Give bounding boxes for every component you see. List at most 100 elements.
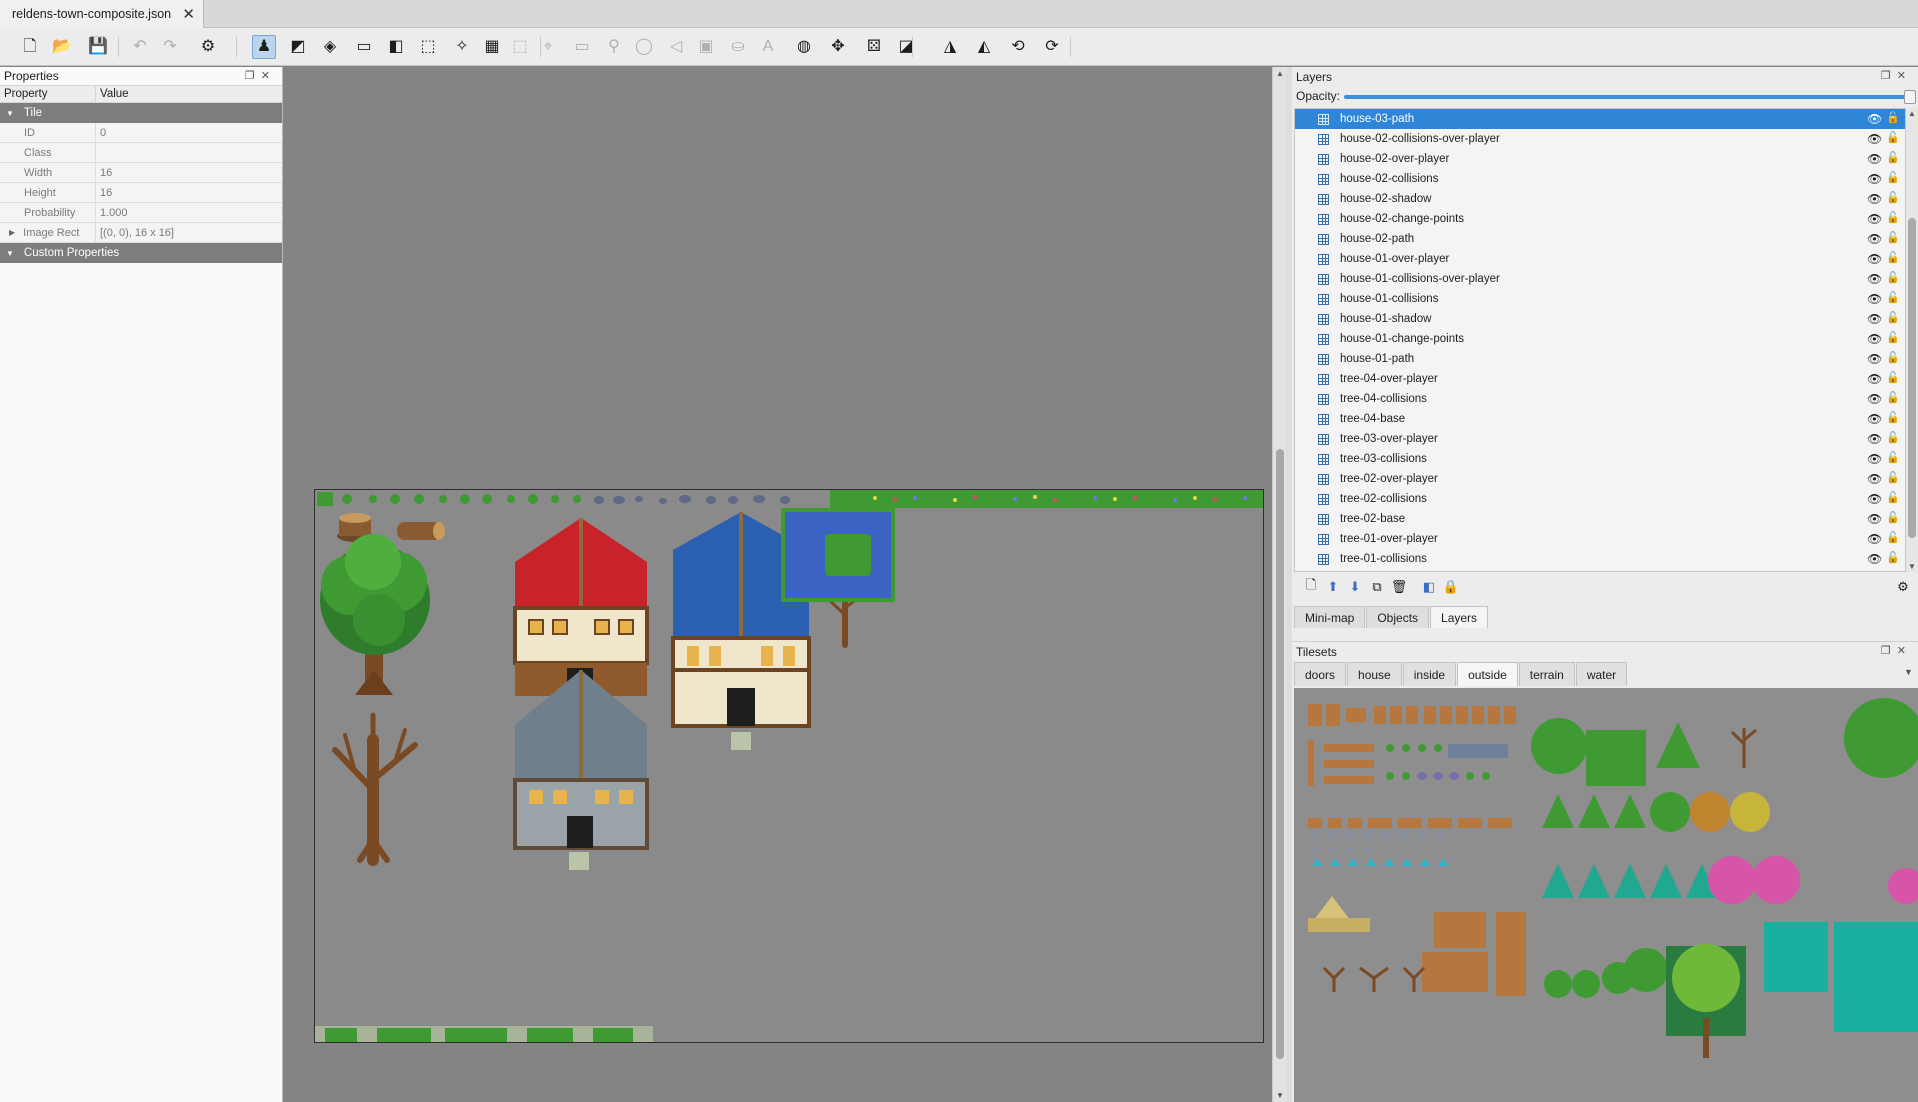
property-value[interactable]: [(0, 0), 16 x 16]	[96, 223, 174, 242]
property-row[interactable]: ▶ Image Rect [(0, 0), 16 x 16]	[0, 223, 282, 243]
layer-row[interactable]: tree-01-collisions 👁 🔓	[1295, 549, 1905, 569]
insert-template-icon[interactable]: ⛀	[726, 35, 750, 59]
unlock-icon[interactable]: 🔓	[1886, 511, 1900, 524]
collapse-triangle-icon[interactable]: ▼	[6, 249, 14, 258]
layer-row[interactable]: tree-02-base 👁 🔓	[1295, 509, 1905, 529]
opacity-slider[interactable]	[1344, 95, 1910, 99]
layer-row[interactable]: tree-04-base 👁 🔓	[1295, 409, 1905, 429]
tab-mini-map[interactable]: Mini-map	[1294, 606, 1366, 628]
layer-row[interactable]: tree-04-collisions 👁 🔓	[1295, 389, 1905, 409]
random-mode-icon[interactable]: ⚄	[862, 35, 886, 59]
document-tab[interactable]: reldens-town-composite.json ✕	[0, 0, 204, 28]
tileset-tabs-dropdown-icon[interactable]: ▼	[1904, 667, 1913, 677]
lower-layer-icon[interactable]: ⬇	[1346, 578, 1364, 596]
show-hide-other-layers-icon[interactable]: ◧	[1420, 578, 1438, 596]
open-icon[interactable]: 📂	[50, 35, 74, 59]
tileset-tab-inside[interactable]: inside	[1402, 662, 1457, 686]
tile-group-row[interactable]: ▼ Tile	[0, 103, 282, 123]
rotate-left-icon[interactable]: ⟲	[1006, 35, 1030, 59]
stamp-brush-icon[interactable]: ♟	[252, 35, 276, 59]
magic-wand-icon[interactable]: ✧	[450, 35, 474, 59]
visibility-eye-icon[interactable]: 👁	[1867, 232, 1882, 246]
unlock-icon[interactable]: 🔓	[1886, 311, 1900, 324]
unlock-icon[interactable]: 🔓	[1886, 291, 1900, 304]
insert-text-icon[interactable]: A	[756, 35, 780, 59]
layer-row[interactable]: house-02-over-player 👁 🔓	[1295, 149, 1905, 169]
layer-row[interactable]: house-01-shadow 👁 🔓	[1295, 309, 1905, 329]
flip-vertical-icon[interactable]: ◭	[972, 35, 996, 59]
visibility-eye-icon[interactable]: 👁	[1867, 412, 1882, 426]
visibility-eye-icon[interactable]: 👁	[1867, 172, 1882, 186]
terrain-brush-icon[interactable]: ◩	[286, 35, 310, 59]
unlock-icon[interactable]: 🔓	[1886, 111, 1900, 124]
property-column-header[interactable]: Property	[0, 86, 96, 102]
expand-triangle-icon[interactable]: ▶	[9, 228, 15, 237]
insert-point-icon[interactable]: ⚲	[602, 35, 626, 59]
close-panel-icon[interactable]: ✕	[1897, 645, 1912, 657]
layer-row[interactable]: house-01-change-points 👁 🔓	[1295, 329, 1905, 349]
layer-row[interactable]: house-02-shadow 👁 🔓	[1295, 189, 1905, 209]
layer-row[interactable]: house-02-collisions-over-player 👁 🔓	[1295, 129, 1905, 149]
value-column-header[interactable]: Value	[96, 86, 129, 102]
property-value[interactable]: 16	[96, 183, 112, 202]
tileset-tab-doors[interactable]: doors	[1294, 662, 1347, 686]
scroll-up-icon[interactable]: ▲	[1908, 109, 1916, 118]
unlock-icon[interactable]: 🔓	[1886, 371, 1900, 384]
unlock-icon[interactable]: 🔓	[1886, 251, 1900, 264]
property-value[interactable]	[96, 143, 100, 162]
commands-icon[interactable]: ⚙	[196, 35, 220, 59]
tileset-tab-water[interactable]: water	[1575, 662, 1628, 686]
unlock-icon[interactable]: 🔓	[1886, 151, 1900, 164]
close-panel-icon[interactable]: ✕	[261, 70, 276, 82]
insert-rectangle-icon[interactable]: ▭	[570, 35, 594, 59]
layer-row[interactable]: house-03-path 👁 🔓	[1295, 109, 1905, 129]
wang-fill-icon[interactable]: ◪	[894, 35, 918, 59]
redo-icon[interactable]: ↷	[158, 35, 182, 59]
layer-row[interactable]: house-02-collisions 👁 🔓	[1295, 169, 1905, 189]
visibility-eye-icon[interactable]: 👁	[1867, 312, 1882, 326]
tileset-tab-house[interactable]: house	[1347, 662, 1402, 686]
visibility-eye-icon[interactable]: 👁	[1867, 332, 1882, 346]
layer-row[interactable]: tree-02-collisions 👁 🔓	[1295, 489, 1905, 509]
layer-row[interactable]: tree-03-over-player 👁 🔓	[1295, 429, 1905, 449]
rect-select-icon[interactable]: ⬚	[416, 35, 440, 59]
unlock-icon[interactable]: 🔓	[1886, 211, 1900, 224]
select-same-tile-icon[interactable]: ▦	[480, 35, 504, 59]
select-objects-icon[interactable]: ⬚	[508, 35, 532, 59]
new-map-icon[interactable]: 🗋	[18, 35, 42, 59]
eraser-icon[interactable]: ◧	[384, 35, 408, 59]
scroll-up-icon[interactable]: ▲	[1276, 69, 1284, 78]
layer-row[interactable]: tree-01-over-player 👁 🔓	[1295, 529, 1905, 549]
map-vertical-scrollbar[interactable]: ▲ ▼	[1272, 67, 1286, 1102]
move-icon[interactable]: ✥	[826, 35, 850, 59]
tileset-tab-outside[interactable]: outside	[1457, 662, 1518, 686]
lock-layer-icon[interactable]: 🔒	[1442, 578, 1460, 596]
close-panel-icon[interactable]: ✕	[1897, 70, 1912, 82]
visibility-eye-icon[interactable]: 👁	[1867, 392, 1882, 406]
visibility-eye-icon[interactable]: 👁	[1867, 452, 1882, 466]
visibility-eye-icon[interactable]: 👁	[1867, 252, 1882, 266]
unlock-icon[interactable]: 🔓	[1886, 431, 1900, 444]
tab-objects[interactable]: Objects	[1366, 606, 1430, 628]
unlock-icon[interactable]: 🔓	[1886, 271, 1900, 284]
collapse-triangle-icon[interactable]: ▼	[6, 109, 14, 118]
duplicate-layer-icon[interactable]: ⧉	[1368, 578, 1386, 596]
layer-row[interactable]: tree-04-over-player 👁 🔓	[1295, 369, 1905, 389]
scrollbar-thumb[interactable]	[1276, 449, 1284, 1059]
undo-icon[interactable]: ↶	[128, 35, 152, 59]
visibility-eye-icon[interactable]: 👁	[1867, 132, 1882, 146]
insert-polygon-icon[interactable]: ◁	[664, 35, 688, 59]
property-value[interactable]: 0	[96, 123, 106, 142]
visibility-eye-icon[interactable]: 👁	[1867, 192, 1882, 206]
visibility-eye-icon[interactable]: 👁	[1867, 532, 1882, 546]
visibility-eye-icon[interactable]: 👁	[1867, 432, 1882, 446]
layer-row[interactable]: house-01-collisions 👁 🔓	[1295, 289, 1905, 309]
scroll-down-icon[interactable]: ▼	[1276, 1091, 1284, 1100]
layer-row[interactable]: house-01-collisions-over-player 👁 🔓	[1295, 269, 1905, 289]
tile-map[interactable]	[314, 489, 1264, 1043]
world-tool-icon[interactable]: ◍	[792, 35, 816, 59]
insert-tile-icon[interactable]: ▣	[694, 35, 718, 59]
unlock-icon[interactable]: 🔓	[1886, 231, 1900, 244]
unlock-icon[interactable]: 🔓	[1886, 531, 1900, 544]
unlock-icon[interactable]: 🔓	[1886, 191, 1900, 204]
